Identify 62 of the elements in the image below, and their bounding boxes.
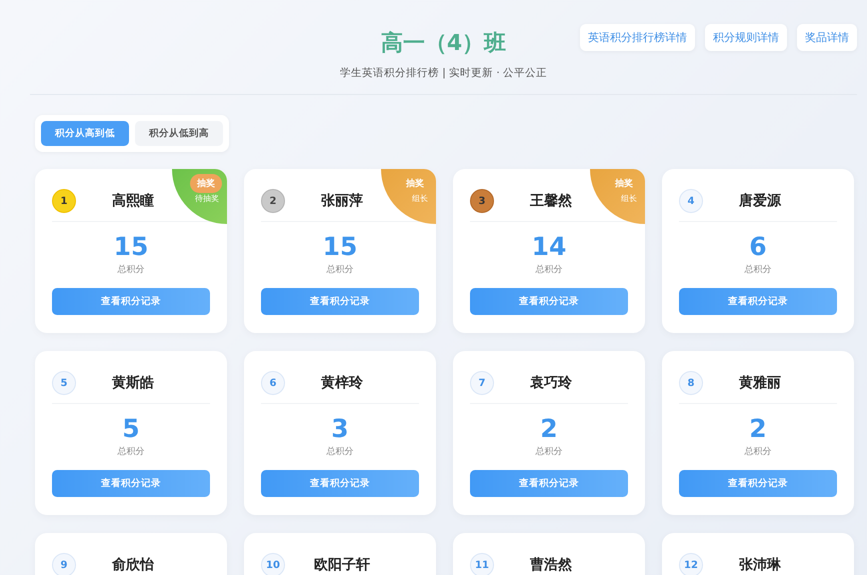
rank-medal: 6 — [261, 371, 285, 395]
rank-medal: 1 — [52, 189, 76, 213]
sort-tab[interactable]: 积分从低到高 — [135, 121, 223, 146]
score-label: 总积分 — [326, 446, 354, 458]
score-label: 总积分 — [744, 446, 772, 458]
details-link-button[interactable]: 积分规则详情 — [705, 24, 787, 51]
rank-medal: 3 — [470, 189, 494, 213]
view-records-button[interactable]: 查看积分记录 — [261, 470, 419, 497]
score-value: 3 — [330, 414, 350, 443]
rank-medal: 11 — [470, 553, 494, 575]
view-records-button[interactable]: 查看积分记录 — [470, 288, 628, 315]
score-label: 总积分 — [326, 264, 354, 276]
rank-medal: 8 — [679, 371, 703, 395]
student-name: 欧阳子轩 — [314, 556, 370, 574]
score-value: 15 — [322, 232, 358, 261]
rank-medal: 2 — [261, 189, 285, 213]
student-name: 唐爱源 — [739, 192, 781, 210]
score-value: 6 — [748, 232, 768, 261]
view-records-button[interactable]: 查看积分记录 — [679, 470, 837, 497]
student-name: 张沛琳 — [739, 556, 781, 574]
lottery-note: 组长 — [621, 193, 637, 204]
student-name: 张丽萍 — [321, 192, 363, 210]
score-label: 总积分 — [534, 264, 564, 276]
rank-medal: 10 — [261, 553, 285, 575]
student-name: 俞欣怡 — [112, 556, 154, 574]
view-records-button[interactable]: 查看积分记录 — [470, 470, 628, 497]
score-value: 2 — [748, 414, 768, 443]
details-link-button[interactable]: 英语积分排行榜详情 — [580, 24, 695, 51]
score-label: 总积分 — [534, 446, 564, 458]
student-name: 高熙瞳 — [112, 192, 154, 210]
student-name: 袁巧玲 — [530, 374, 572, 392]
score-value: 5 — [121, 414, 141, 443]
lottery-note: 组长 — [412, 193, 428, 204]
subtitle: 学生英语积分排行榜 | 实时更新 · 公平公正 — [340, 66, 548, 80]
view-records-button[interactable]: 查看积分记录 — [52, 288, 210, 315]
rank-medal: 4 — [679, 189, 703, 213]
score-label: 总积分 — [116, 446, 146, 458]
lottery-label[interactable]: 抽奖 — [608, 174, 640, 193]
rank-medal: 9 — [52, 553, 76, 575]
rank-medal: 5 — [52, 371, 76, 395]
view-records-button[interactable]: 查看积分记录 — [679, 288, 837, 315]
lottery-corner-badge — [590, 169, 645, 224]
score-value: 2 — [539, 414, 559, 443]
lottery-note: 待抽奖 — [195, 193, 219, 204]
details-link-button[interactable]: 奖品详情 — [797, 24, 857, 51]
sort-tab[interactable]: 积分从高到低 — [41, 121, 129, 146]
student-name: 黄雅丽 — [739, 374, 781, 392]
lottery-corner-badge — [381, 169, 436, 224]
view-records-button[interactable]: 查看积分记录 — [261, 288, 419, 315]
score-label: 总积分 — [744, 264, 772, 276]
rank-medal: 12 — [679, 553, 703, 575]
view-records-button[interactable]: 查看积分记录 — [52, 470, 210, 497]
student-name: 黄梓玲 — [321, 374, 363, 392]
student-name: 黄斯皓 — [112, 374, 154, 392]
score-value: 14 — [530, 232, 568, 261]
student-name: 王馨然 — [530, 192, 572, 210]
score-value: 15 — [112, 232, 150, 261]
student-name: 曹浩然 — [530, 556, 572, 574]
rank-medal: 7 — [470, 371, 494, 395]
class-title: 高一（4）班 — [380, 30, 506, 58]
score-label: 总积分 — [116, 264, 146, 276]
lottery-label[interactable]: 抽奖 — [399, 174, 431, 193]
